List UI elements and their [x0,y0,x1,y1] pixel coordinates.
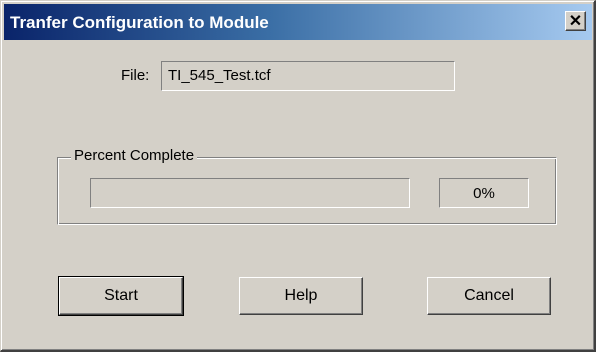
file-path-value: TI_545_Test.tcf [168,67,271,84]
cancel-button-label: Cancel [464,287,514,304]
close-button[interactable]: ✕ [565,11,586,31]
percent-complete-label: Percent Complete [71,147,198,164]
progress-bar [90,178,410,208]
file-label: File: [121,67,150,84]
percent-value: 0% [473,185,495,202]
transfer-dialog: Tranfer Configuration to Module ✕ File: … [0,0,596,352]
help-button[interactable]: Help [239,277,363,315]
help-button-label: Help [284,287,318,304]
window-title: Tranfer Configuration to Module [10,13,269,32]
percent-readout: 0% [439,178,529,208]
start-button[interactable]: Start [58,276,184,316]
file-path-field: TI_545_Test.tcf [161,61,455,91]
title-bar[interactable]: Tranfer Configuration to Module ✕ [4,4,592,40]
start-button-label: Start [104,287,138,304]
close-icon: ✕ [568,13,583,30]
cancel-button[interactable]: Cancel [427,277,551,315]
